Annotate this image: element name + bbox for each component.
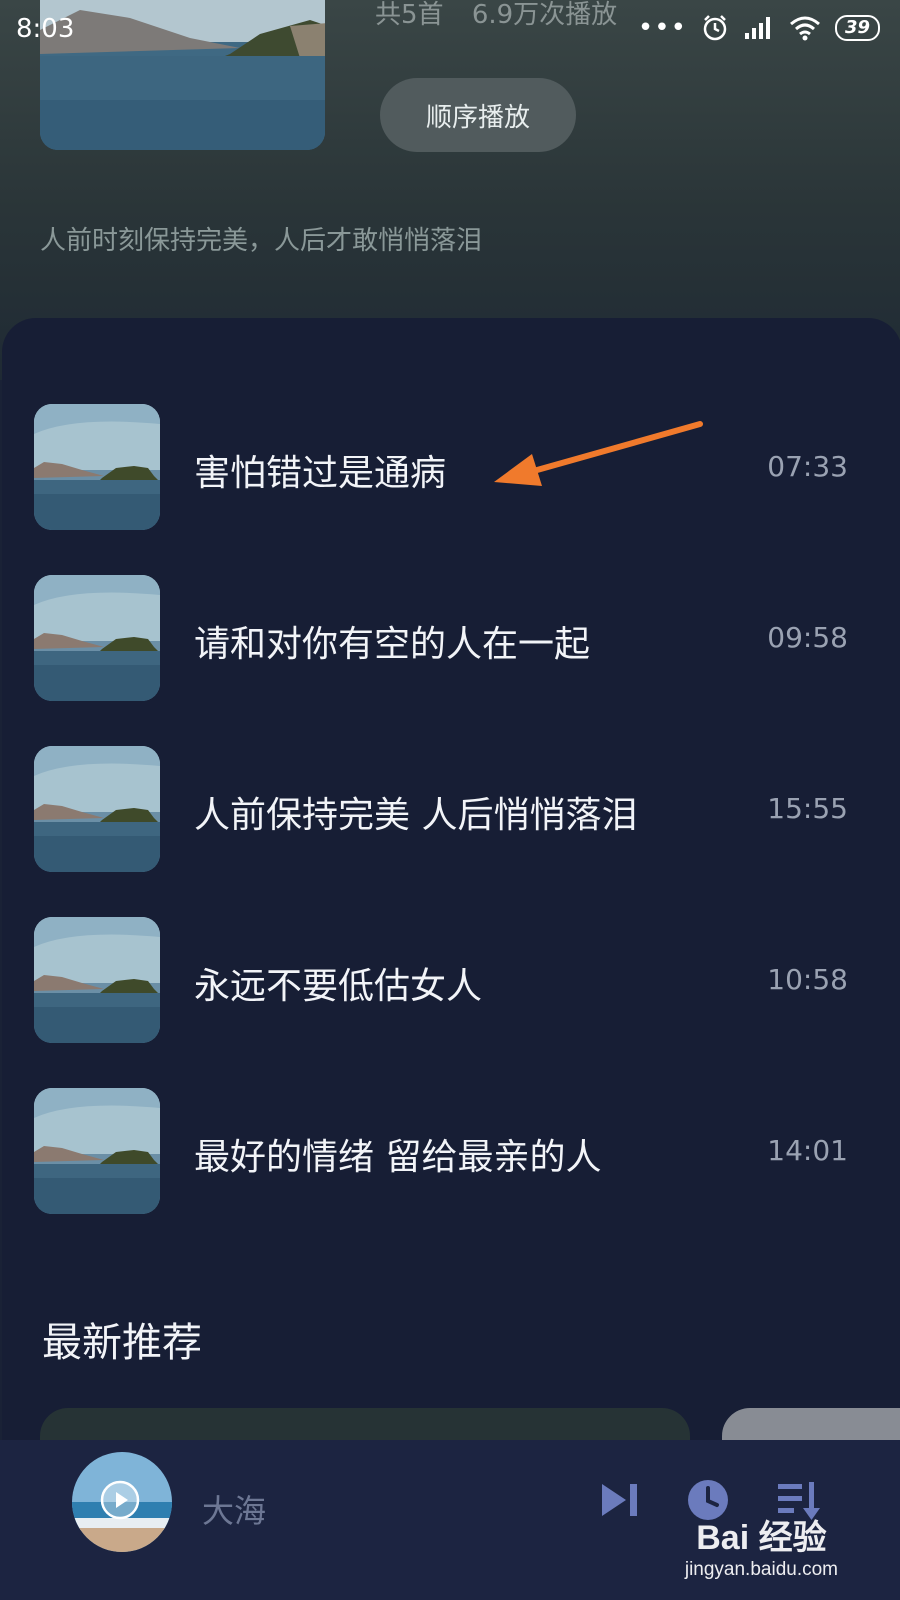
song-item[interactable]: 人前保持完美 人后悄悄落泪 15:55 <box>2 746 900 872</box>
song-title: 最好的情绪 留给最亲的人 <box>194 1137 602 1178</box>
song-thumbnail <box>34 404 160 530</box>
playlist-description: 人前时刻保持完美，人后才敢悄悄落泪 <box>40 226 483 256</box>
song-duration: 14:01 <box>767 1134 848 1167</box>
song-duration: 15:55 <box>767 792 848 825</box>
more-dots-icon: ••• <box>637 13 687 43</box>
next-icon[interactable] <box>598 1478 642 1522</box>
song-title: 害怕错过是通病 <box>194 453 447 494</box>
wifi-icon <box>789 16 820 41</box>
status-icons: ••• 39 <box>638 14 880 42</box>
song-duration: 10:58 <box>767 963 848 996</box>
song-title: 请和对你有空的人在一起 <box>194 624 591 665</box>
song-item[interactable]: 请和对你有空的人在一起 09:58 <box>2 575 900 701</box>
battery-icon: 39 <box>834 15 880 41</box>
watermark: Bai 经验 jingyan.baidu.com <box>685 1510 838 1581</box>
song-item[interactable]: 害怕错过是通病 07:33 <box>2 404 900 530</box>
song-duration: 07:33 <box>767 450 848 483</box>
signal-icon <box>744 17 770 39</box>
song-thumbnail <box>34 1088 160 1214</box>
playlist-stats: 共5首 6.9万次播放 <box>375 0 637 31</box>
song-item[interactable]: 永远不要低估女人 10:58 <box>2 917 900 1043</box>
song-item[interactable]: 最好的情绪 留给最亲的人 14:01 <box>2 1088 900 1214</box>
song-title: 永远不要低估女人 <box>194 966 483 1007</box>
recommend-section-title: 最新推荐 <box>42 1320 202 1366</box>
song-thumbnail <box>34 746 160 872</box>
song-duration: 09:58 <box>767 621 848 654</box>
play-order-button[interactable]: 顺序播放 <box>380 78 576 152</box>
song-thumbnail <box>34 575 160 701</box>
watermark-logo: Bai 经验 <box>696 1519 827 1557</box>
play-icon[interactable] <box>100 1480 140 1520</box>
annotation-arrow-icon <box>494 421 703 486</box>
status-time: 8:03 <box>16 14 75 44</box>
watermark-url: jingyan.baidu.com <box>684 1559 838 1580</box>
song-title: 人前保持完美 人后悄悄落泪 <box>194 795 638 836</box>
play-count: 6.9万次播放 <box>471 0 618 30</box>
alarm-icon <box>703 15 727 41</box>
player-song-title: 大海 <box>202 1492 267 1530</box>
song-thumbnail <box>34 917 160 1043</box>
song-list-panel: 害怕错过是通病 07:33 请和对你有空的人在一起 09:58 人前保持完美 人… <box>2 318 900 1448</box>
song-count: 共5首 <box>375 0 444 30</box>
